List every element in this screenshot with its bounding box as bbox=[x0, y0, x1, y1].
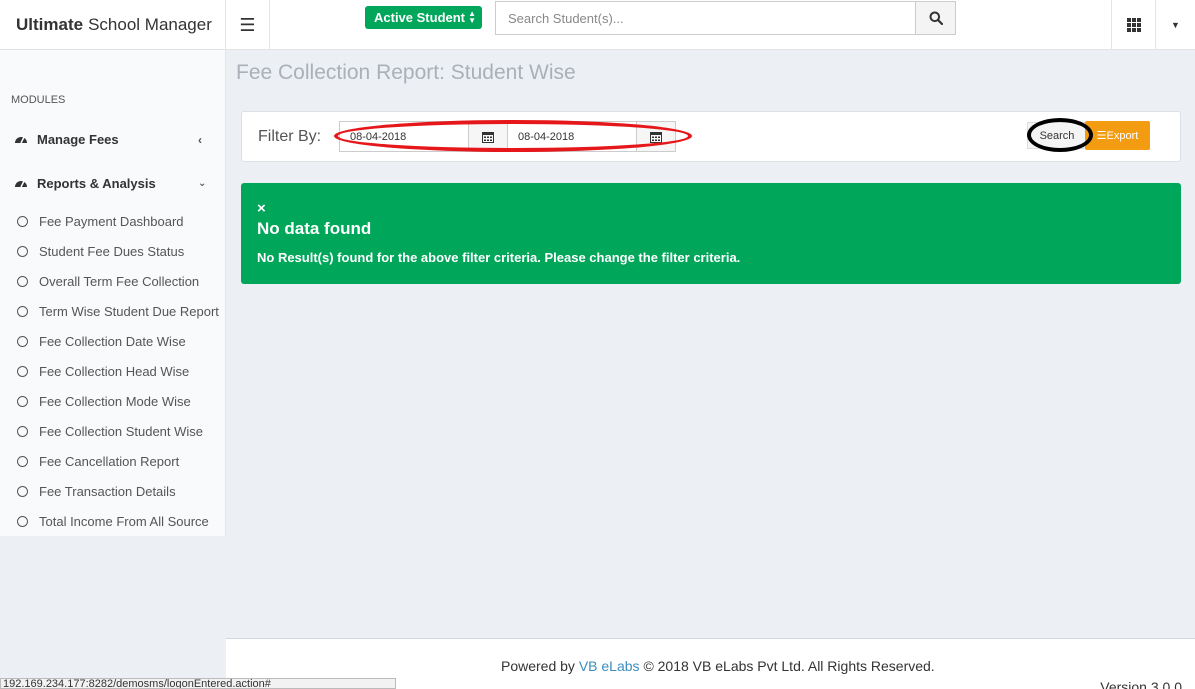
sidebar-subitem[interactable]: Total Income From All Source bbox=[17, 514, 209, 529]
sidebar-subitem[interactable]: Student Fee Dues Status bbox=[17, 244, 184, 259]
circle-icon bbox=[17, 426, 28, 437]
circle-icon bbox=[17, 276, 28, 287]
sidebar-item-reports[interactable]: Reports & Analysis ⌄ bbox=[14, 176, 212, 191]
sidebar-item-label: Reports & Analysis bbox=[37, 176, 156, 191]
circle-icon bbox=[17, 486, 28, 497]
sidebar-subitem[interactable]: Fee Cancellation Report bbox=[17, 454, 179, 469]
sidebar-subitem-label: Fee Cancellation Report bbox=[39, 454, 180, 469]
copyright-text: © 2018 VB eLabs Pvt Ltd. All Rights Rese… bbox=[643, 658, 935, 674]
sidebar-subitem-label: Fee Collection Student Wise bbox=[39, 424, 204, 439]
select-arrows-icon: ▲ ▼ bbox=[468, 9, 476, 25]
sidebar-subitem-label: Fee Collection Mode Wise bbox=[39, 394, 191, 409]
sidebar-toggle-button[interactable]: ☰ bbox=[226, 0, 270, 50]
sidebar-subitem-label: Total Income From All Source bbox=[39, 514, 209, 529]
circle-icon bbox=[17, 246, 28, 257]
alert-heading: No data found bbox=[257, 219, 372, 238]
sidebar: MODULES Manage Fees ‹ Reports & Analysis… bbox=[0, 50, 226, 536]
sidebar-item-label: Manage Fees bbox=[37, 132, 119, 147]
brand-rest: School Manager bbox=[88, 15, 212, 34]
sidebar-subitem-label: Overall Term Fee Collection bbox=[39, 274, 200, 289]
annotation-red-ellipse bbox=[334, 120, 692, 152]
circle-icon bbox=[17, 306, 28, 317]
chevron-left-icon: ‹ bbox=[198, 132, 202, 147]
export-button[interactable]: ☰ Export bbox=[1085, 121, 1150, 150]
sidebar-subitem-label: Fee Collection Date Wise bbox=[39, 334, 186, 349]
export-label: Export bbox=[1106, 129, 1139, 142]
sidebar-subitem-label: Term Wise Student Due Report bbox=[39, 304, 219, 319]
footer-credits: Powered by VB eLabs © 2018 VB eLabs Pvt … bbox=[501, 658, 935, 674]
circle-icon bbox=[17, 216, 28, 227]
powered-by-label: Powered by bbox=[501, 658, 575, 674]
circle-icon bbox=[17, 366, 28, 377]
sidebar-subitem[interactable]: Fee Transaction Details bbox=[17, 484, 176, 499]
version-label: Version 3.0.0 bbox=[1100, 679, 1182, 689]
no-data-alert: × No data found No Result(s) found for t… bbox=[241, 183, 1181, 284]
close-icon[interactable]: × bbox=[257, 200, 266, 217]
page-title: Fee Collection Report: Student Wise bbox=[236, 61, 576, 84]
circle-icon bbox=[17, 516, 28, 527]
student-search-box bbox=[495, 1, 956, 35]
sidebar-background bbox=[0, 536, 226, 689]
app-logo[interactable]: Ultimate School Manager bbox=[0, 0, 226, 50]
sidebar-subitem[interactable]: Fee Collection Student Wise bbox=[17, 424, 203, 439]
sidebar-subitem[interactable]: Overall Term Fee Collection bbox=[17, 274, 199, 289]
apps-grid-button[interactable] bbox=[1111, 0, 1155, 50]
filter-panel: Filter By: Search ☰ Export bbox=[241, 111, 1181, 162]
chevron-down-icon: ⌄ bbox=[198, 178, 207, 189]
circle-icon bbox=[17, 456, 28, 467]
sidebar-subitem[interactable]: Fee Payment Dashboard bbox=[17, 214, 184, 229]
circle-icon bbox=[17, 336, 28, 347]
menu-lines-icon: ☰ bbox=[1096, 130, 1107, 142]
student-status-select[interactable]: Active Student ▲ ▼ bbox=[365, 6, 482, 29]
company-link[interactable]: VB eLabs bbox=[579, 658, 640, 674]
student-search-button[interactable] bbox=[915, 2, 955, 34]
sidebar-subitem[interactable]: Fee Collection Date Wise bbox=[17, 334, 186, 349]
student-status-value: Active Student bbox=[374, 10, 466, 25]
top-header: Ultimate School Manager ☰ Active Student… bbox=[0, 0, 1195, 50]
sidebar-subitem[interactable]: Fee Collection Head Wise bbox=[17, 364, 189, 379]
user-menu-dropdown[interactable]: ▼ bbox=[1155, 0, 1195, 50]
sidebar-item-manage-fees[interactable]: Manage Fees ‹ bbox=[14, 132, 212, 147]
sidebar-section-label: MODULES bbox=[11, 94, 66, 106]
student-search-input[interactable] bbox=[496, 2, 915, 34]
grid-icon bbox=[1126, 18, 1141, 32]
alert-message: No Result(s) found for the above filter … bbox=[257, 250, 741, 265]
annotation-black-ellipse bbox=[1027, 118, 1093, 152]
circle-icon bbox=[17, 396, 28, 407]
brand-bold: Ultimate bbox=[16, 15, 84, 34]
filter-label: Filter By: bbox=[258, 128, 322, 145]
sidebar-subitem-label: Student Fee Dues Status bbox=[39, 244, 185, 259]
sidebar-subitem-label: Fee Collection Head Wise bbox=[39, 364, 190, 379]
dashboard-icon bbox=[14, 132, 28, 147]
hamburger-icon: ☰ bbox=[239, 14, 256, 35]
search-icon bbox=[929, 11, 943, 25]
sidebar-subitem[interactable]: Fee Collection Mode Wise bbox=[17, 394, 191, 409]
caret-down-icon: ▼ bbox=[1171, 20, 1180, 30]
browser-status-url: 192.169.234.177:8282/demosms/logonEntere… bbox=[0, 678, 396, 689]
sidebar-subitem[interactable]: Term Wise Student Due Report bbox=[17, 304, 219, 319]
sidebar-subitem-label: Fee Payment Dashboard bbox=[39, 214, 184, 229]
dashboard-icon bbox=[14, 176, 28, 191]
sidebar-subitem-label: Fee Transaction Details bbox=[39, 484, 176, 499]
